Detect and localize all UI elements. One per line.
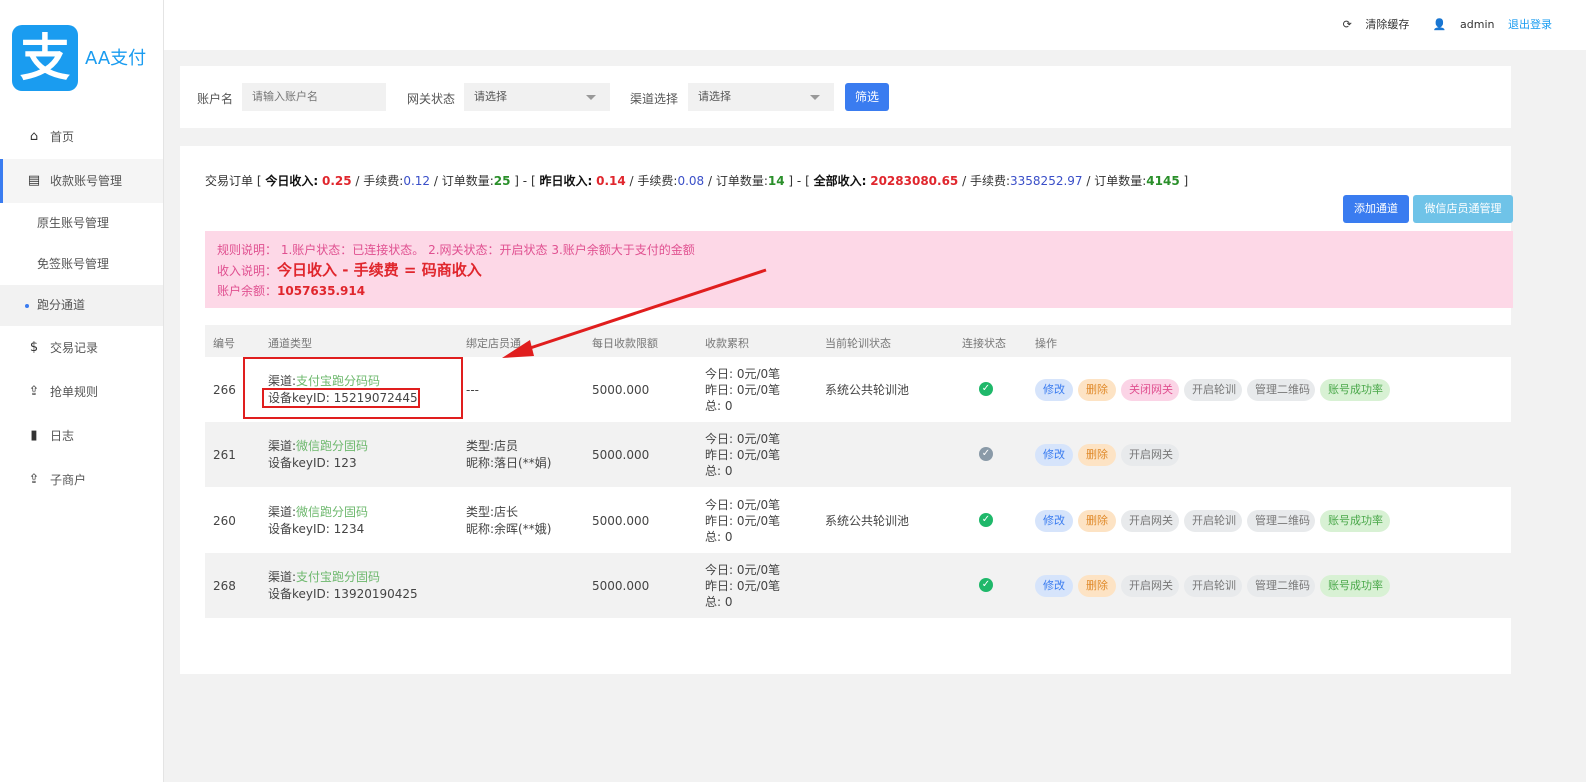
annotation-arrow-icon	[502, 268, 767, 358]
